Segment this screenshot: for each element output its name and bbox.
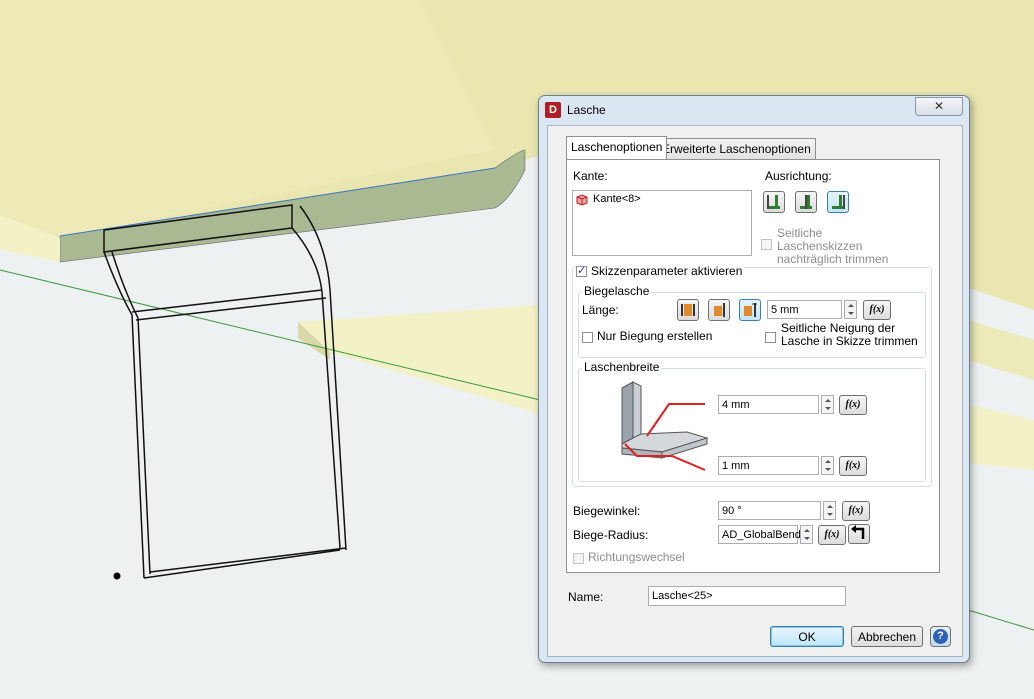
biegewinkel-input[interactable]: 90 °	[718, 501, 821, 520]
biegewinkel-label: Biegewinkel:	[573, 504, 641, 518]
richtungswechsel-checkbox[interactable]	[573, 553, 584, 564]
laschenbreite-label: Laschenbreite	[582, 360, 662, 374]
lasche-dialog: D Lasche ✕ Laschenoptionen Erweiterte La…	[538, 95, 970, 663]
biegelasche-label: Biegelasche	[582, 284, 652, 298]
tab-panel: Kante: Kante<8> Ausrichtung: Seitliche L…	[566, 159, 940, 573]
laenge-input[interactable]: 5 mm	[767, 300, 842, 319]
skizzenparameter-checkbox[interactable]	[576, 264, 587, 277]
biege-radius-spinner[interactable]	[800, 525, 813, 544]
breite-unten-formula-button[interactable]: f(x)	[839, 456, 867, 476]
name-input[interactable]: Lasche<25>	[648, 586, 846, 606]
biegewinkel-spinner[interactable]	[823, 501, 836, 520]
align-outside-icon[interactable]	[763, 191, 785, 213]
laenge-spinner[interactable]	[844, 300, 857, 319]
trim-checkbox-label: Seitliche Laschenskizzen nachträglich tr…	[777, 226, 889, 266]
dialog-client: Laschenoptionen Erweiterte Laschenoption…	[547, 125, 963, 657]
breite-oben-formula-button[interactable]: f(x)	[839, 395, 867, 415]
trim-checkbox[interactable]	[761, 239, 772, 250]
cancel-button[interactable]: Abbrechen	[851, 626, 923, 647]
laenge-label: Länge:	[582, 303, 619, 317]
breite-unten-input[interactable]: 1 mm	[718, 456, 819, 475]
length-tangent-icon[interactable]	[739, 299, 761, 321]
biege-radius-input[interactable]: AD_GlobalBend	[718, 525, 801, 544]
help-icon: ?	[933, 629, 948, 644]
biege-radius-label: Biege-Radius:	[573, 528, 649, 542]
seitliche-neigung-label: Seitliche Neigung der Lasche in Skizze t…	[781, 321, 918, 348]
biege-radius-formula-button[interactable]: f(x)	[818, 525, 846, 545]
edge-cube-icon	[576, 194, 588, 206]
skizzenparameter-label: Skizzenparameter aktivieren	[589, 264, 745, 278]
align-middle-icon[interactable]	[795, 191, 817, 213]
help-button[interactable]: ?	[930, 626, 951, 647]
tab-laschenoptionen[interactable]: Laschenoptionen	[566, 136, 668, 159]
breite-unten-spinner[interactable]	[821, 456, 834, 475]
list-item[interactable]: Kante<8>	[593, 193, 641, 205]
flange-width-illustration	[621, 381, 709, 471]
length-inner-icon[interactable]	[708, 299, 730, 321]
ok-button[interactable]: OK	[770, 626, 844, 647]
richtungswechsel-label: Richtungswechsel	[588, 550, 685, 564]
kante-label: Kante:	[573, 169, 608, 183]
nur-biegung-checkbox[interactable]	[582, 332, 593, 343]
nur-biegung-label: Nur Biegung erstellen	[597, 329, 713, 343]
length-outer-icon[interactable]	[677, 299, 699, 321]
title-bar[interactable]: D Lasche ✕	[539, 96, 969, 123]
name-label: Name:	[568, 590, 604, 604]
dialog-title: Lasche	[567, 103, 606, 117]
breite-oben-spinner[interactable]	[821, 395, 834, 414]
biegewinkel-formula-button[interactable]: f(x)	[842, 501, 870, 521]
app-logo-icon: D	[545, 102, 561, 118]
kante-list[interactable]: Kante<8>	[572, 190, 752, 256]
laenge-formula-button[interactable]: f(x)	[863, 300, 891, 320]
close-button[interactable]: ✕	[915, 97, 963, 116]
ausrichtung-label: Ausrichtung:	[765, 169, 832, 183]
seitliche-neigung-checkbox[interactable]	[765, 332, 776, 343]
breite-oben-input[interactable]: 4 mm	[718, 395, 819, 414]
tab-erweiterte-laschenoptionen[interactable]: Erweiterte Laschenoptionen	[657, 138, 816, 159]
reset-arrow-icon[interactable]	[848, 524, 870, 544]
align-inside-icon[interactable]	[827, 191, 849, 213]
